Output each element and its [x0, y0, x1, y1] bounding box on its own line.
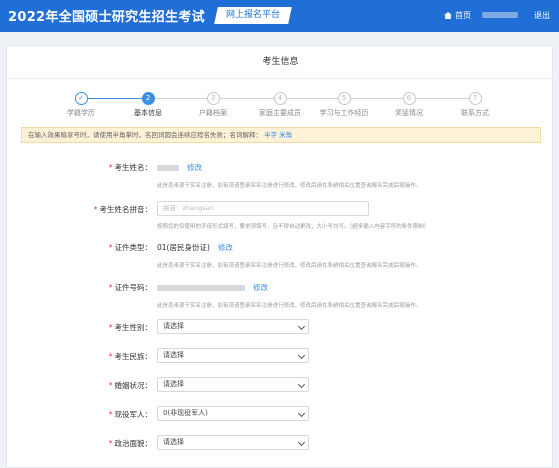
exam-title: 2022年全国硕士研究生招生考试 — [8, 10, 205, 25]
required-mark: * — [108, 323, 113, 332]
name-hint: 此信息来源于实名注册，如有误请登录实名注册进行修改，修改后请在系统相关位置查询报… — [157, 183, 422, 189]
step-number: 7 — [468, 92, 482, 105]
id-number-label-text: 证件号码： — [114, 283, 153, 292]
step-label: 户籍档案 — [199, 109, 227, 117]
home-link[interactable]: 首页 — [444, 10, 471, 21]
logout-link[interactable]: 退出 — [534, 10, 550, 21]
id-type-edit-link[interactable]: 修改 — [218, 243, 233, 252]
required-mark: * — [108, 439, 113, 448]
step-number: 4 — [273, 92, 287, 105]
name-label: * 考生姓名： — [7, 162, 152, 173]
marital-selected: 请选择 — [163, 380, 184, 388]
notice-text: 在输入效果暗享号时，请使用半角掌时，名回词圆会连续应程名失败；名词解释： — [28, 131, 262, 139]
chevron-down-icon — [297, 409, 306, 418]
required-mark: * — [93, 205, 98, 214]
id-number-redacted — [157, 285, 245, 291]
id-type-label: * 证件类型： — [7, 242, 152, 253]
progress-steps: ✓ 学籍学历 2 基本信息 3 户籍档案 4 家庭主要成员 5 学习与工作经历 … — [7, 92, 554, 118]
chevron-down-icon — [297, 438, 306, 447]
pinyin-label-text: 考生姓名拼音： — [99, 205, 153, 214]
gender-label-text: 考生性别： — [114, 323, 153, 332]
required-mark: * — [108, 381, 113, 390]
step-2: 2 基本信息 — [118, 92, 178, 118]
id-type-text: 01(居民身份证) — [157, 243, 210, 252]
military-select[interactable]: 0(非现役军人) — [157, 406, 309, 421]
id-number-edit-link[interactable]: 修改 — [253, 283, 268, 292]
id-number-value: 修改 — [157, 282, 268, 293]
marital-label-text: 婚姻状况： — [114, 381, 153, 390]
notice-link-fullwidth[interactable]: 米角 — [279, 131, 292, 139]
step-1: ✓ 学籍学历 — [51, 92, 111, 118]
platform-tag: 网上报名平台 — [214, 7, 292, 24]
id-number-label: * 证件号码： — [7, 282, 152, 293]
political-select[interactable]: 请选择 — [157, 435, 309, 450]
required-mark: * — [108, 410, 113, 419]
step-7: 7 联系方式 — [445, 92, 505, 118]
ethnicity-label-text: 考生民族： — [114, 352, 153, 361]
step-3: 3 户籍档案 — [183, 92, 243, 118]
step-label: 奖惩情况 — [395, 109, 423, 117]
name-label-text: 考生姓名： — [114, 163, 153, 172]
name-value: 修改 — [157, 162, 202, 173]
id-type-hint: 此信息来源于实名注册，如有误请登录实名注册进行修改，修改后请在系统相关位置查询报… — [157, 263, 422, 269]
military-label: * 现役军人： — [7, 409, 152, 420]
step-number: 2 — [141, 92, 155, 105]
check-icon: ✓ — [74, 92, 88, 105]
notice-banner: 在输入效果暗享号时，请使用半角掌时，名回词圆会连续应程名失败；名词解释： 半字 … — [21, 127, 541, 143]
required-mark: * — [108, 163, 113, 172]
step-label: 家庭主要成员 — [259, 109, 301, 117]
military-selected: 0(非现役军人) — [163, 409, 208, 417]
name-redacted — [157, 165, 179, 171]
step-4: 4 家庭主要成员 — [250, 92, 310, 118]
required-mark: * — [108, 283, 113, 292]
required-mark: * — [108, 243, 113, 252]
gender-selected: 请选择 — [163, 322, 184, 330]
step-number: 3 — [206, 92, 220, 105]
pinyin-hint: 按照您的仅使用的字母形式填写，要求须填写，且不得自动更改，大小写均可。（超多输入… — [157, 224, 430, 230]
home-label: 首页 — [455, 11, 471, 20]
step-label: 学籍学历 — [67, 109, 95, 117]
ethnicity-selected: 请选择 — [163, 351, 184, 359]
notice-link-halfwidth[interactable]: 半字 — [264, 131, 277, 139]
chevron-down-icon — [297, 322, 306, 331]
username-redacted — [482, 12, 518, 18]
political-label-text: 政治面貌： — [114, 439, 153, 448]
chevron-down-icon — [297, 351, 306, 360]
platform-label: 网上报名平台 — [226, 10, 281, 20]
marital-select[interactable]: 请选择 — [157, 377, 309, 392]
ethnicity-label: * 考生民族： — [7, 351, 152, 362]
step-label: 联系方式 — [461, 109, 489, 117]
page-title: 考生信息 — [7, 46, 554, 79]
id-number-hint: 此信息来源于实名注册，如有误请登录实名注册进行修改，修改后请在系统相关位置查询报… — [157, 303, 422, 309]
id-type-label-text: 证件类型： — [114, 243, 153, 252]
home-icon — [444, 12, 452, 19]
required-mark: * — [108, 352, 113, 361]
main-card: 考生信息 ✓ 学籍学历 2 基本信息 3 户籍档案 4 家庭主要成员 5 学习与… — [6, 45, 554, 468]
step-number: 6 — [402, 92, 416, 105]
pinyin-label: * 考生姓名拼音： — [7, 204, 152, 215]
step-6: 6 奖惩情况 — [379, 92, 439, 118]
step-5: 5 学习与工作经历 — [314, 92, 374, 118]
step-number: 5 — [337, 92, 351, 105]
step-label: 基本信息 — [134, 109, 162, 117]
ethnicity-select[interactable]: 请选择 — [157, 348, 309, 363]
pinyin-input[interactable]: 拼音：zhangsan — [157, 201, 369, 216]
political-selected: 请选择 — [163, 438, 184, 446]
step-label: 学习与工作经历 — [319, 109, 369, 117]
gender-label: * 考生性别： — [7, 322, 152, 333]
name-edit-link[interactable]: 修改 — [187, 163, 202, 172]
marital-label: * 婚姻状况： — [7, 380, 152, 391]
gender-select[interactable]: 请选择 — [157, 319, 309, 334]
id-type-value: 01(居民身份证) 修改 — [157, 242, 233, 253]
chevron-down-icon — [297, 380, 306, 389]
top-bar: 2022年全国硕士研究生招生考试 网上报名平台 首页 退出 — [0, 0, 559, 32]
military-label-text: 现役军人： — [114, 410, 153, 419]
political-label: * 政治面貌： — [7, 438, 152, 449]
